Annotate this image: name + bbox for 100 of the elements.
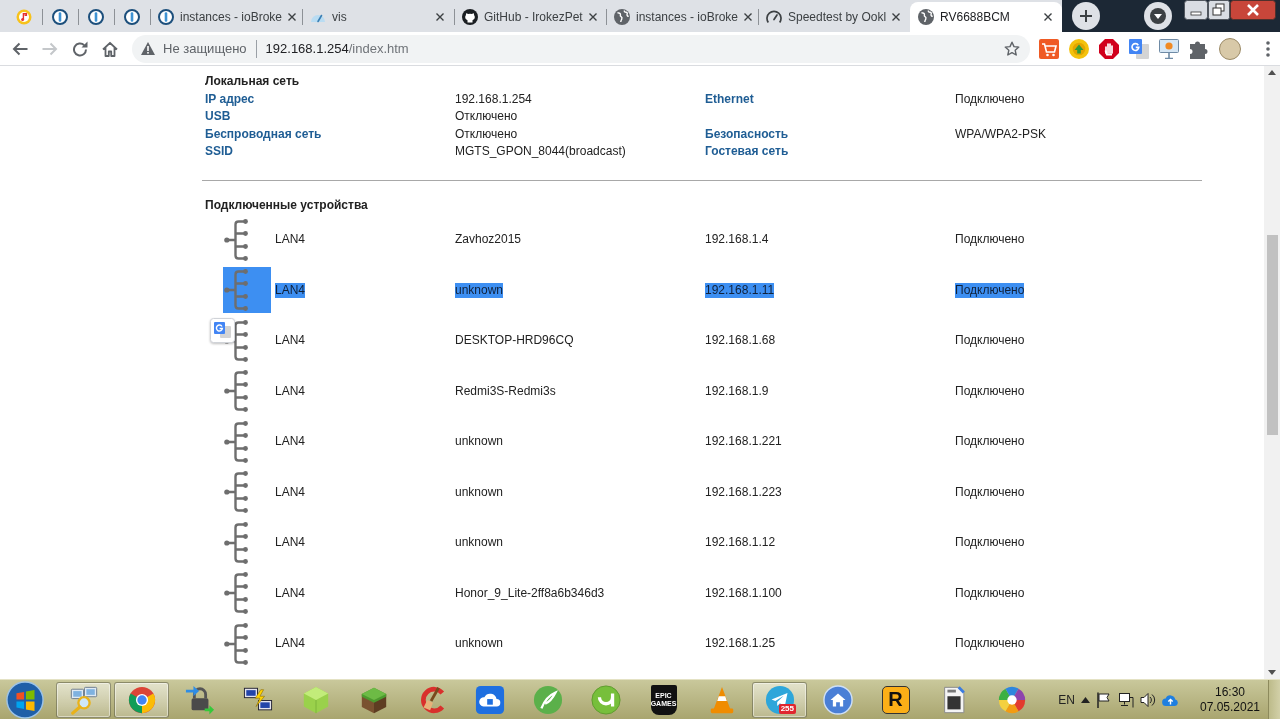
segmented-circle-icon (126, 684, 157, 715)
chevron-up-icon[interactable] (1081, 696, 1090, 703)
browser-tab[interactable]: instances - ioBroke (606, 2, 758, 32)
close-icon[interactable] (1230, 0, 1276, 20)
menu-icon[interactable] (1266, 40, 1270, 57)
ring-bar-icon (88, 9, 104, 25)
browser-tab[interactable]: RV6688BCM (910, 2, 1062, 32)
device-name: unknown (455, 636, 504, 652)
avatar[interactable] (1219, 37, 1241, 60)
port-text: LAN4 (275, 535, 306, 551)
hook-circle-icon (590, 684, 621, 715)
field-label: Ethernet (705, 90, 754, 108)
cloud-chip-icon (474, 684, 505, 715)
close-icon[interactable] (436, 13, 444, 21)
port-text: LAN4 (275, 636, 306, 652)
close-icon[interactable] (1044, 13, 1052, 21)
stop-hand-icon[interactable] (1099, 38, 1119, 59)
security-status[interactable]: Не защищено (163, 41, 247, 56)
warning-icon[interactable] (141, 42, 155, 55)
flag-icon[interactable] (1096, 691, 1112, 708)
browser-tab[interactable]: GitHub - IrokezPet (454, 2, 606, 32)
ip-address: 192.168.1.12 (705, 535, 776, 551)
house-icon (822, 684, 853, 715)
speaker-icon[interactable] (1140, 691, 1156, 708)
scroll-up-icon[interactable] (1268, 70, 1276, 75)
back-icon[interactable] (12, 40, 28, 57)
clock-time[interactable]: 16:30 (1215, 684, 1245, 700)
connection-status: Подключено (955, 333, 1025, 349)
ip-address: 192.168.1.11 (705, 282, 775, 298)
port-text: LAN4 (275, 585, 306, 601)
language-indicator[interactable]: EN (1058, 692, 1075, 707)
field-value: Отключено (455, 125, 518, 143)
port-text: LAN4 (275, 232, 306, 248)
caret-down-icon[interactable] (1144, 2, 1172, 30)
home-icon[interactable] (102, 40, 118, 57)
close-icon[interactable] (744, 13, 753, 21)
scroll-down-icon[interactable] (1268, 670, 1276, 675)
cart-icon[interactable] (1039, 38, 1059, 59)
ip-address: 192.168.1.221 (705, 434, 782, 450)
device-name: unknown (455, 434, 504, 450)
ring-bar-icon (124, 9, 140, 25)
connection-status: Подключено (955, 232, 1025, 248)
browser-tab[interactable]: instances - ioBroke (150, 2, 302, 32)
scrollbar-thumb[interactable] (1266, 235, 1278, 435)
taskbar-button[interactable]: 255 (752, 681, 807, 718)
pinwheel-icon (996, 684, 1027, 715)
orb-icon[interactable] (6, 680, 44, 719)
monitor-icon[interactable] (1159, 38, 1179, 59)
device-name: Honor_9_Lite-2ff8a6b346d3 (455, 585, 605, 601)
close-icon[interactable] (588, 13, 597, 21)
ring-bar-icon (158, 9, 174, 25)
device-name: unknown (455, 535, 504, 551)
close-icon[interactable] (288, 13, 297, 21)
field-label: SSID (205, 143, 233, 160)
field-value: MGTS_GPON_8044(broadcast) (455, 143, 626, 160)
url-text[interactable]: 192.168.1.254/index.htm (265, 41, 409, 56)
port-text: LAN4 (275, 484, 306, 500)
unread-badge: 255 (778, 703, 796, 714)
connection-status: Подключено (955, 282, 1025, 298)
connection-status: Подключено (955, 434, 1025, 450)
reload-icon[interactable] (72, 40, 88, 57)
padlock-icon (184, 684, 215, 715)
browser-tab[interactable]: vis (302, 2, 454, 32)
field-value: WPA/WPA2-PSK (955, 125, 1046, 143)
device-name: Zavhoz2015 (455, 232, 522, 248)
address-field[interactable]: Не защищено 192.168.1.254/index.htm (132, 34, 1030, 63)
port-text: LAN4 (275, 383, 306, 399)
device-name: DESKTOP-HRD96CQ (455, 333, 574, 349)
scrollbar[interactable] (1264, 66, 1280, 679)
browser-tab[interactable]: Speedtest by Ookl (758, 2, 910, 32)
globe-icon (918, 9, 934, 25)
translate-icon[interactable] (1129, 38, 1149, 59)
connection-status: Подключено (955, 484, 1025, 500)
globe-icon (614, 9, 630, 25)
clock-date[interactable]: 07.05.2021 (1199, 699, 1261, 715)
connection-status: Подключено (955, 535, 1025, 551)
restore-icon[interactable] (1208, 0, 1230, 20)
ip-address: 192.168.1.4 (705, 232, 769, 248)
minimize-icon[interactable] (1184, 0, 1208, 20)
field-label: Беспроводная сеть (205, 125, 322, 143)
gauge-icon (766, 9, 782, 25)
device-name: Redmi3S-Redmi3s (455, 383, 556, 399)
plus-icon[interactable] (1072, 2, 1100, 30)
quill-circle-icon (532, 684, 563, 715)
network-icon[interactable] (1118, 691, 1134, 708)
field-label: IP адрес (205, 90, 255, 108)
field-label: USB (205, 108, 231, 125)
close-icon[interactable] (892, 13, 901, 21)
port-text: LAN4 (275, 434, 306, 450)
ring-bar-icon (52, 9, 68, 25)
coin-icon[interactable] (1069, 38, 1089, 59)
translate-icon[interactable] (210, 318, 235, 343)
field-value: Отключено (455, 108, 518, 125)
connection-status: Подключено (955, 636, 1025, 652)
star-icon[interactable] (1004, 40, 1020, 57)
taskbar-button[interactable]: R (868, 681, 923, 718)
tile-logo: R (881, 685, 910, 714)
ip-address: 192.168.1.68 (705, 333, 776, 349)
cat-logo-icon (462, 9, 478, 25)
section-title: Локальная сеть (204, 73, 300, 90)
